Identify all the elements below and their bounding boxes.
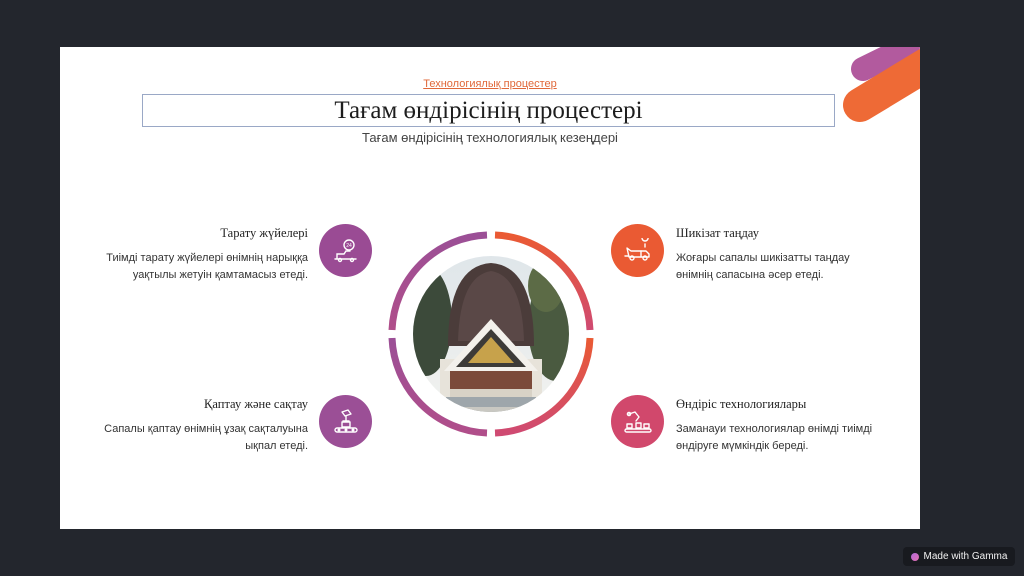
stage-packaging-line2: ықпал етеді. xyxy=(245,440,308,452)
stage-distribution-heading: Тарату жүйелері xyxy=(220,226,308,240)
stage-distribution: Тарату жүйелері Тиімді тарату жүйелері ө… xyxy=(90,226,308,284)
slide: Технологиялық процестер Тағам өндірісіні… xyxy=(60,47,920,529)
robot-arm-factory-icon xyxy=(611,395,664,448)
stage-packaging-line1: Сапалы қаптау өнімнің ұзақ сақталуына xyxy=(104,423,308,435)
svg-text:24: 24 xyxy=(346,243,352,249)
gamma-logo-icon xyxy=(910,552,919,561)
slide-title: Тағам өндірісінің процестері xyxy=(334,96,643,124)
stage-production-line1: Заманауи технологиялар өнімді тиімді xyxy=(676,423,873,435)
stage-distribution-line1: Тиімді тарату жүйелері өнімнің нарыққа xyxy=(106,252,308,264)
stage-raw-text: Жоғары сапалы шикізатты таңдау өнімнің с… xyxy=(676,250,901,284)
stage-distribution-line2: уақтылы жетуін қамтамасыз етеді. xyxy=(132,269,308,281)
eyebrow-link[interactable]: Технологиялық процестер xyxy=(60,78,920,90)
stage-production-text: Заманауи технологиялар өнімді тиімді өнд… xyxy=(676,421,901,455)
stage-production-heading: Өндіріс технологиялары xyxy=(676,397,807,411)
stage-distribution-text: Тиімді тарату жүйелері өнімнің нарыққа у… xyxy=(90,250,308,284)
stage-raw-line2: өнімнің сапасына әсер етеді. xyxy=(676,269,824,281)
delivery-24h-icon: 24 xyxy=(319,224,372,277)
center-ring xyxy=(388,231,594,437)
title-box[interactable]: Тағам өндірісінің процестері xyxy=(142,94,835,127)
slide-subtitle: Тағам өндірісінің технологиялық кезеңдер… xyxy=(362,130,618,145)
building-photo xyxy=(413,256,569,412)
made-with-gamma-label: Made with Gamma xyxy=(923,551,1008,562)
stage-packaging-heading: Қаптау және сақтау xyxy=(204,397,308,411)
stage-raw-heading: Шикізат таңдау xyxy=(676,226,759,240)
made-with-gamma-badge[interactable]: Made with Gamma xyxy=(903,547,1015,566)
stage-raw: Шикізат таңдау Жоғары сапалы шикізатты т… xyxy=(676,226,901,284)
delivery-truck-icon xyxy=(611,224,664,277)
stage-production: Өндіріс технологиялары Заманауи технолог… xyxy=(676,397,901,455)
stage-raw-line1: Жоғары сапалы шикізатты таңдау xyxy=(676,252,850,264)
stage-production-line2: өндіруге мүмкіндік береді. xyxy=(676,440,809,452)
stage-packaging-text: Сапалы қаптау өнімнің ұзақ сақталуына ық… xyxy=(90,421,308,455)
stage-packaging: Қаптау және сақтау Сапалы қаптау өнімнің… xyxy=(90,397,308,455)
conveyor-box-icon xyxy=(319,395,372,448)
